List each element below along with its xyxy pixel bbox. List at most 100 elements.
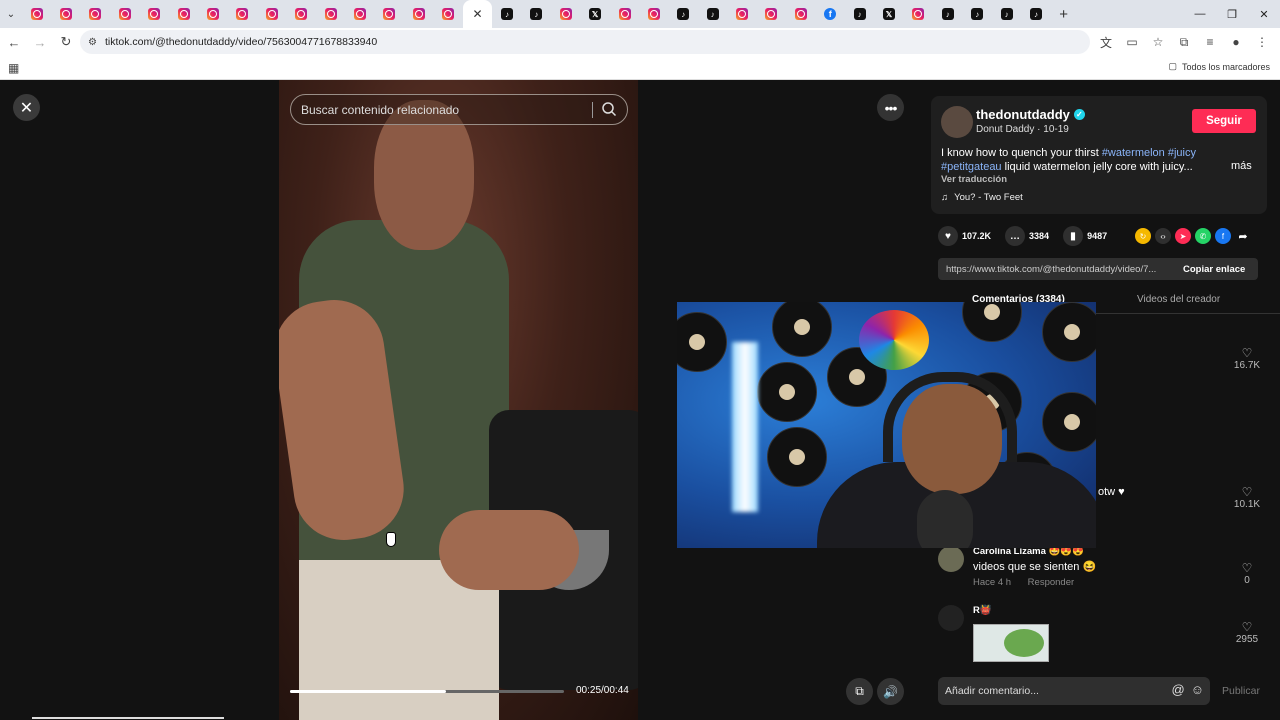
tab-instagram[interactable] xyxy=(727,0,756,28)
music-link[interactable]: ♫ You? - Two Feet xyxy=(941,192,1023,203)
tab-instagram[interactable] xyxy=(140,0,169,28)
reload-icon[interactable]: ↻ xyxy=(54,30,78,54)
send-icon[interactable]: ➤ xyxy=(1175,228,1191,244)
more-description-link[interactable]: más xyxy=(1231,160,1252,172)
tab-instagram[interactable] xyxy=(287,0,316,28)
avatar[interactable] xyxy=(938,605,964,631)
whatsapp-icon[interactable]: ✆ xyxy=(1195,228,1211,244)
tab-instagram[interactable] xyxy=(639,0,668,28)
comment-input[interactable]: Añadir comentario... @ ☺ xyxy=(938,677,1210,705)
close-window-icon[interactable]: ✕ xyxy=(1248,0,1280,28)
tab-instagram[interactable] xyxy=(316,0,345,28)
tab-tiktok[interactable]: ♪ xyxy=(698,0,727,28)
emoji-icon[interactable]: ☺ xyxy=(1191,682,1204,697)
tab-instagram[interactable] xyxy=(375,0,404,28)
tab-instagram[interactable] xyxy=(433,0,462,28)
comment-like[interactable]: ♡ 10.1K xyxy=(1232,485,1262,510)
tab-tiktok[interactable]: ♪ xyxy=(933,0,962,28)
avatar[interactable] xyxy=(941,106,973,138)
see-translation-link[interactable]: Ver traducción xyxy=(941,174,1007,185)
repost-icon[interactable]: ↻ xyxy=(1135,228,1151,244)
tab-tiktok[interactable]: ♪ xyxy=(492,0,521,28)
tab-facebook[interactable]: f xyxy=(816,0,845,28)
tab-tiktok[interactable]: ♪ xyxy=(1021,0,1050,28)
tab-tiktok[interactable]: ♪ xyxy=(992,0,1021,28)
bookmark-star-icon[interactable]: ☆ xyxy=(1148,30,1168,54)
avatar[interactable] xyxy=(938,546,964,572)
follow-button[interactable]: Seguir xyxy=(1192,109,1256,133)
media-control-icon[interactable]: ≡ xyxy=(1200,30,1220,54)
new-tab-button[interactable]: + xyxy=(1051,6,1077,23)
menu-icon[interactable]: ⋮ xyxy=(1252,30,1272,54)
minimize-icon[interactable]: — xyxy=(1184,0,1216,28)
tab-tiktok[interactable]: ♪ xyxy=(963,0,992,28)
tab-instagram[interactable] xyxy=(257,0,286,28)
tab-instagram[interactable] xyxy=(786,0,815,28)
username[interactable]: thedonutdaddy ✓ xyxy=(976,107,1085,122)
tab-instagram[interactable] xyxy=(169,0,198,28)
comment-author[interactable]: R👹 xyxy=(973,605,992,616)
video-progress-bar[interactable] xyxy=(290,690,564,693)
restore-icon[interactable]: ❐ xyxy=(1216,0,1248,28)
tab-instagram[interactable] xyxy=(110,0,139,28)
extensions-icon[interactable]: ⧉ xyxy=(1174,30,1194,54)
tab-tiktok[interactable]: ♪ xyxy=(845,0,874,28)
tiktok-icon: ♪ xyxy=(706,8,719,20)
share-link-url[interactable]: https://www.tiktok.com/@thedonutdaddy/vi… xyxy=(946,264,1171,275)
page-scroll-indicator xyxy=(32,717,224,719)
mention-icon[interactable]: @ xyxy=(1172,682,1185,697)
address-bar[interactable]: ⚙ tiktok.com/@thedonutdaddy/video/756300… xyxy=(80,30,1090,54)
forward-icon[interactable]: → xyxy=(28,30,52,54)
tab-instagram[interactable] xyxy=(551,0,580,28)
tab-tiktok[interactable]: ♪ xyxy=(522,0,551,28)
comment-stat[interactable]: … 3384 xyxy=(1005,226,1049,246)
more-options-button[interactable]: ••• xyxy=(877,94,904,121)
like-stat[interactable]: ♥ 107.2K xyxy=(938,226,991,246)
video-player[interactable] xyxy=(279,80,638,720)
share-arrow-icon[interactable]: ➦ xyxy=(1235,228,1251,244)
tab-instagram[interactable] xyxy=(757,0,786,28)
floating-player-icon[interactable]: ⧉ xyxy=(846,678,873,705)
hashtag-link[interactable]: #watermelon xyxy=(1102,147,1165,159)
all-bookmarks-button[interactable]: ▢ Todos los marcadores xyxy=(1168,61,1270,72)
tab-creator-videos[interactable]: Videos del creador xyxy=(1137,294,1220,305)
search-icon[interactable] xyxy=(601,101,617,117)
tab-instagram[interactable] xyxy=(228,0,257,28)
cast-icon[interactable]: ▭ xyxy=(1122,30,1142,54)
translate-icon[interactable]: 文 xyxy=(1096,30,1116,54)
facebook-icon[interactable]: f xyxy=(1215,228,1231,244)
reply-button[interactable]: Responder xyxy=(1028,577,1074,588)
tab-instagram[interactable] xyxy=(81,0,110,28)
tab-instagram[interactable] xyxy=(198,0,227,28)
related-search-input[interactable]: Buscar contenido relacionado xyxy=(290,94,628,125)
comment-like[interactable]: ♡ 0 xyxy=(1232,561,1262,586)
apps-grid-icon[interactable]: ▦ xyxy=(8,61,19,75)
tab-instagram[interactable] xyxy=(904,0,933,28)
close-video-button[interactable]: ✕ xyxy=(13,94,40,121)
tab-tiktok[interactable]: ♪ xyxy=(669,0,698,28)
tab-instagram[interactable] xyxy=(404,0,433,28)
tab-x[interactable]: 𝕏 xyxy=(874,0,903,28)
back-icon[interactable]: ← xyxy=(2,30,26,54)
tab-search-chevron-icon[interactable]: ⌄ xyxy=(0,0,22,28)
site-settings-icon[interactable]: ⚙ xyxy=(88,37,97,48)
hashtag-link[interactable]: #petitgateau xyxy=(941,161,1002,173)
tab-instagram[interactable] xyxy=(22,0,51,28)
close-tab-icon[interactable]: ✕ xyxy=(473,7,483,21)
tab-x[interactable]: 𝕏 xyxy=(580,0,609,28)
like-count: 107.2K xyxy=(962,231,992,241)
tab-instagram[interactable] xyxy=(610,0,639,28)
tab-instagram[interactable] xyxy=(345,0,374,28)
hashtag-link[interactable]: #juicy xyxy=(1168,147,1196,159)
tab-active[interactable]: ✕ xyxy=(462,0,493,28)
publish-button[interactable]: Publicar xyxy=(1222,685,1260,697)
tab-instagram[interactable] xyxy=(51,0,80,28)
comment-like[interactable]: ♡ 16.7K xyxy=(1232,346,1262,371)
copy-link-button[interactable]: Copiar enlace xyxy=(1183,264,1245,275)
profile-icon[interactable]: ● xyxy=(1226,30,1246,54)
volume-icon[interactable]: 🔊 xyxy=(877,678,904,705)
share-options: ↻ ‹› ➤ ✆ f ➦ xyxy=(1135,228,1251,244)
embed-icon[interactable]: ‹› xyxy=(1155,228,1171,244)
comment-like[interactable]: ♡ 2955 xyxy=(1232,620,1262,645)
save-stat[interactable]: ▮ 9487 xyxy=(1063,226,1107,246)
